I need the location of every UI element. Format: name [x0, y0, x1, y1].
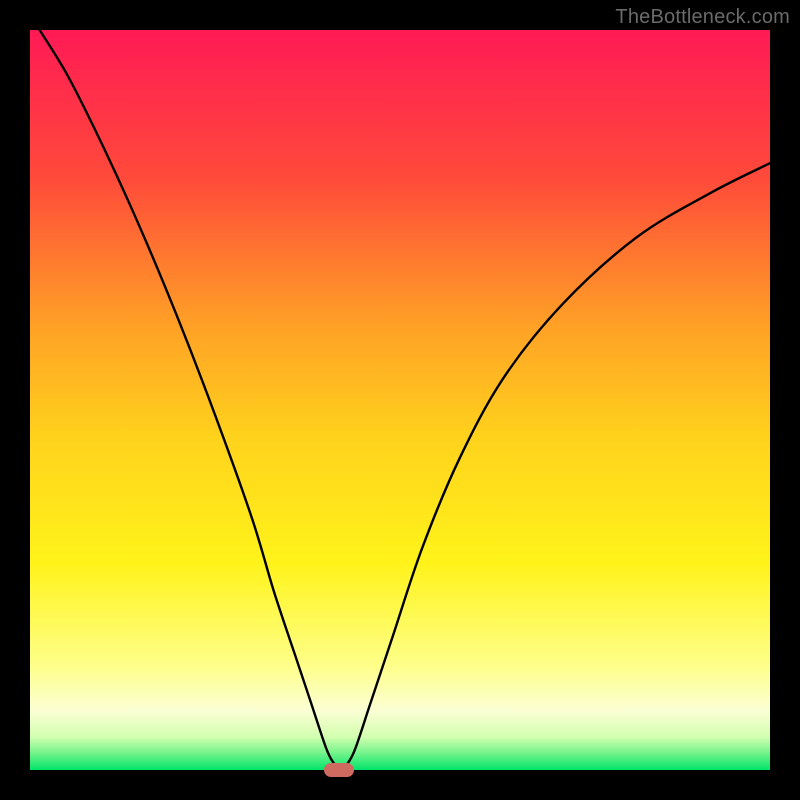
optimum-marker [324, 763, 354, 777]
gradient-background [30, 30, 770, 770]
plot-frame [30, 30, 770, 770]
watermark-text: TheBottleneck.com [615, 6, 790, 29]
